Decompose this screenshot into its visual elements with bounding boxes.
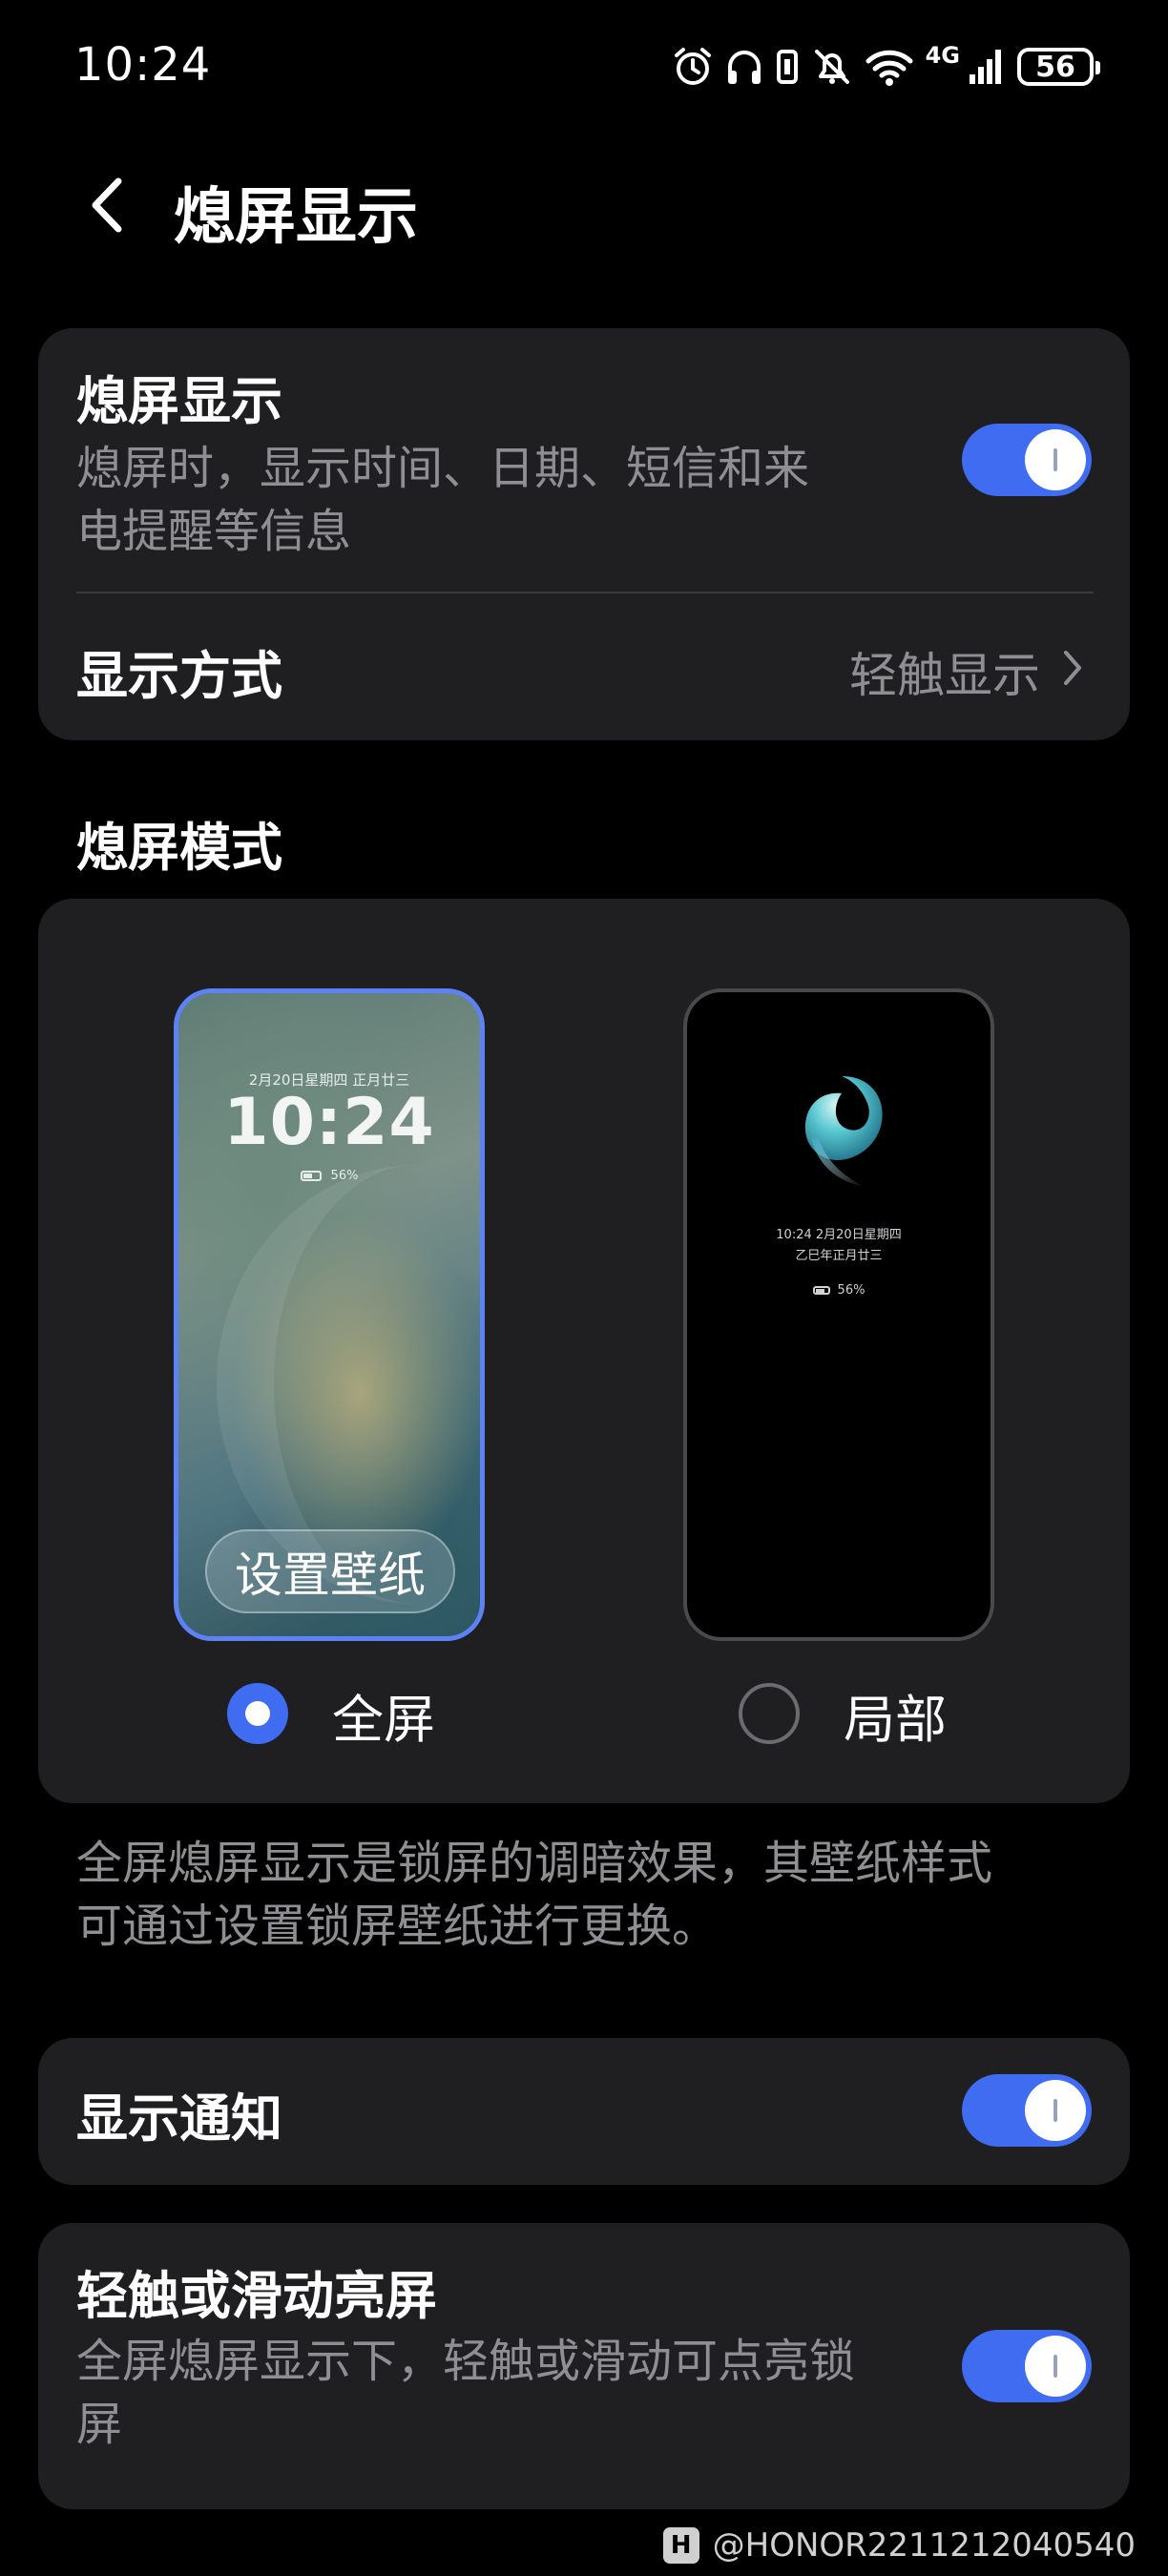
- partial-time-date: 10:24 2月20日星期四: [776, 1228, 902, 1242]
- vibrate-icon: [776, 50, 798, 84]
- watermark: H @HONOR2211212040540: [662, 2526, 1136, 2565]
- tap-wake-card: 轻触或滑动亮屏 全屏熄屏显示下，轻触或滑动可点亮锁 屏: [38, 2223, 1130, 2509]
- show-notifications-title: 显示通知: [76, 2088, 282, 2149]
- battery-indicator: 56: [1017, 48, 1100, 86]
- mode-hint-line-1: 全屏熄屏显示是锁屏的调暗效果，其壁纸样式: [76, 1837, 993, 1890]
- tap-wake-toggle[interactable]: [962, 2330, 1092, 2402]
- battery-icon: [812, 1286, 830, 1295]
- set-wallpaper-button[interactable]: 设置壁纸: [205, 1529, 455, 1613]
- full-mode-label: 全屏: [332, 1690, 435, 1750]
- toggle-knob: [1025, 2336, 1086, 2397]
- show-notifications-toggle[interactable]: [962, 2074, 1092, 2147]
- partial-mode-radio[interactable]: [739, 1683, 800, 1744]
- page-title: 熄屏显示: [174, 182, 418, 253]
- tap-wake-subtitle: 全屏熄屏显示下，轻触或滑动可点亮锁 屏: [76, 2330, 855, 2456]
- mode-hint-line-2: 可通过设置锁屏壁纸进行更换。: [76, 1900, 719, 1953]
- battery-level: 56: [1035, 50, 1075, 84]
- headphones-icon: [727, 51, 761, 84]
- partial-mode-option[interactable]: 局部: [739, 1677, 1025, 1754]
- partial-mode-label: 局部: [844, 1690, 947, 1750]
- tap-wake-title: 轻触或滑动亮屏: [76, 2266, 437, 2326]
- partial-battery: 56%: [687, 1280, 991, 1301]
- aod-subtitle: 熄屏时，显示时间、日期、短信和来 电提醒等信息: [76, 437, 809, 563]
- status-bar: 10:24 4G 56: [0, 0, 1168, 134]
- toggle-knob: [1025, 429, 1086, 490]
- display-mode-value: 轻触显示: [849, 648, 1040, 703]
- aod-subtitle-line-2: 电提醒等信息: [76, 505, 352, 558]
- full-mode-preview[interactable]: 2月20日星期四 正月廿三 10:24 56% 设置壁纸: [174, 988, 485, 1641]
- mode-hint: 全屏熄屏显示是锁屏的调暗效果，其壁纸样式 可通过设置锁屏壁纸进行更换。: [76, 1832, 1107, 1958]
- mode-section-title: 熄屏模式: [76, 818, 282, 878]
- display-mode-label: 显示方式: [76, 646, 282, 706]
- full-mode-option[interactable]: 全屏: [227, 1677, 513, 1754]
- watermark-text: @HONOR2211212040540: [712, 2526, 1136, 2565]
- back-arrow-icon[interactable]: [88, 176, 126, 235]
- full-mode-radio[interactable]: [227, 1683, 288, 1744]
- mute-bell-icon: [814, 50, 849, 84]
- partial-lunar-date: 乙巳年正月廿三: [795, 1249, 883, 1263]
- tap-wake-subtitle-line-2: 屏: [76, 2398, 123, 2451]
- signal-icon: [970, 50, 1001, 84]
- chevron-right-icon: [1064, 651, 1081, 685]
- wifi-icon: [866, 50, 913, 86]
- mode-card: 2月20日星期四 正月廿三 10:24 56% 设置壁纸 10:24 2月20日…: [38, 899, 1130, 1803]
- aod-card: 熄屏显示 熄屏时，显示时间、日期、短信和来 电提醒等信息 显示方式 轻触显示: [38, 328, 1130, 740]
- aod-subtitle-line-1: 熄屏时，显示时间、日期、短信和来: [76, 442, 810, 495]
- tap-wake-subtitle-line-1: 全屏熄屏显示下，轻触或滑动可点亮锁: [76, 2335, 856, 2388]
- partial-mode-preview[interactable]: 10:24 2月20日星期四 乙巳年正月廿三 56%: [683, 988, 994, 1641]
- aod-title: 熄屏显示: [76, 371, 282, 431]
- orb-graphic-icon: [804, 1076, 883, 1187]
- status-time: 10:24: [74, 38, 212, 92]
- display-mode-row[interactable]: 显示方式 轻触显示: [38, 593, 1130, 740]
- preview-clock: 10:24: [223, 1085, 435, 1160]
- alarm-icon: [674, 48, 711, 85]
- honor-logo-icon: H: [662, 2527, 699, 2564]
- header: 熄屏显示: [0, 153, 1168, 258]
- status-icons: 4G 56: [672, 42, 1100, 92]
- battery-icon: [300, 1171, 322, 1181]
- aod-toggle[interactable]: [962, 424, 1092, 496]
- toggle-knob: [1025, 2080, 1086, 2141]
- preview-battery: 56%: [178, 1169, 480, 1183]
- network-type: 4G: [925, 42, 960, 69]
- show-notifications-card[interactable]: 显示通知: [38, 2038, 1130, 2185]
